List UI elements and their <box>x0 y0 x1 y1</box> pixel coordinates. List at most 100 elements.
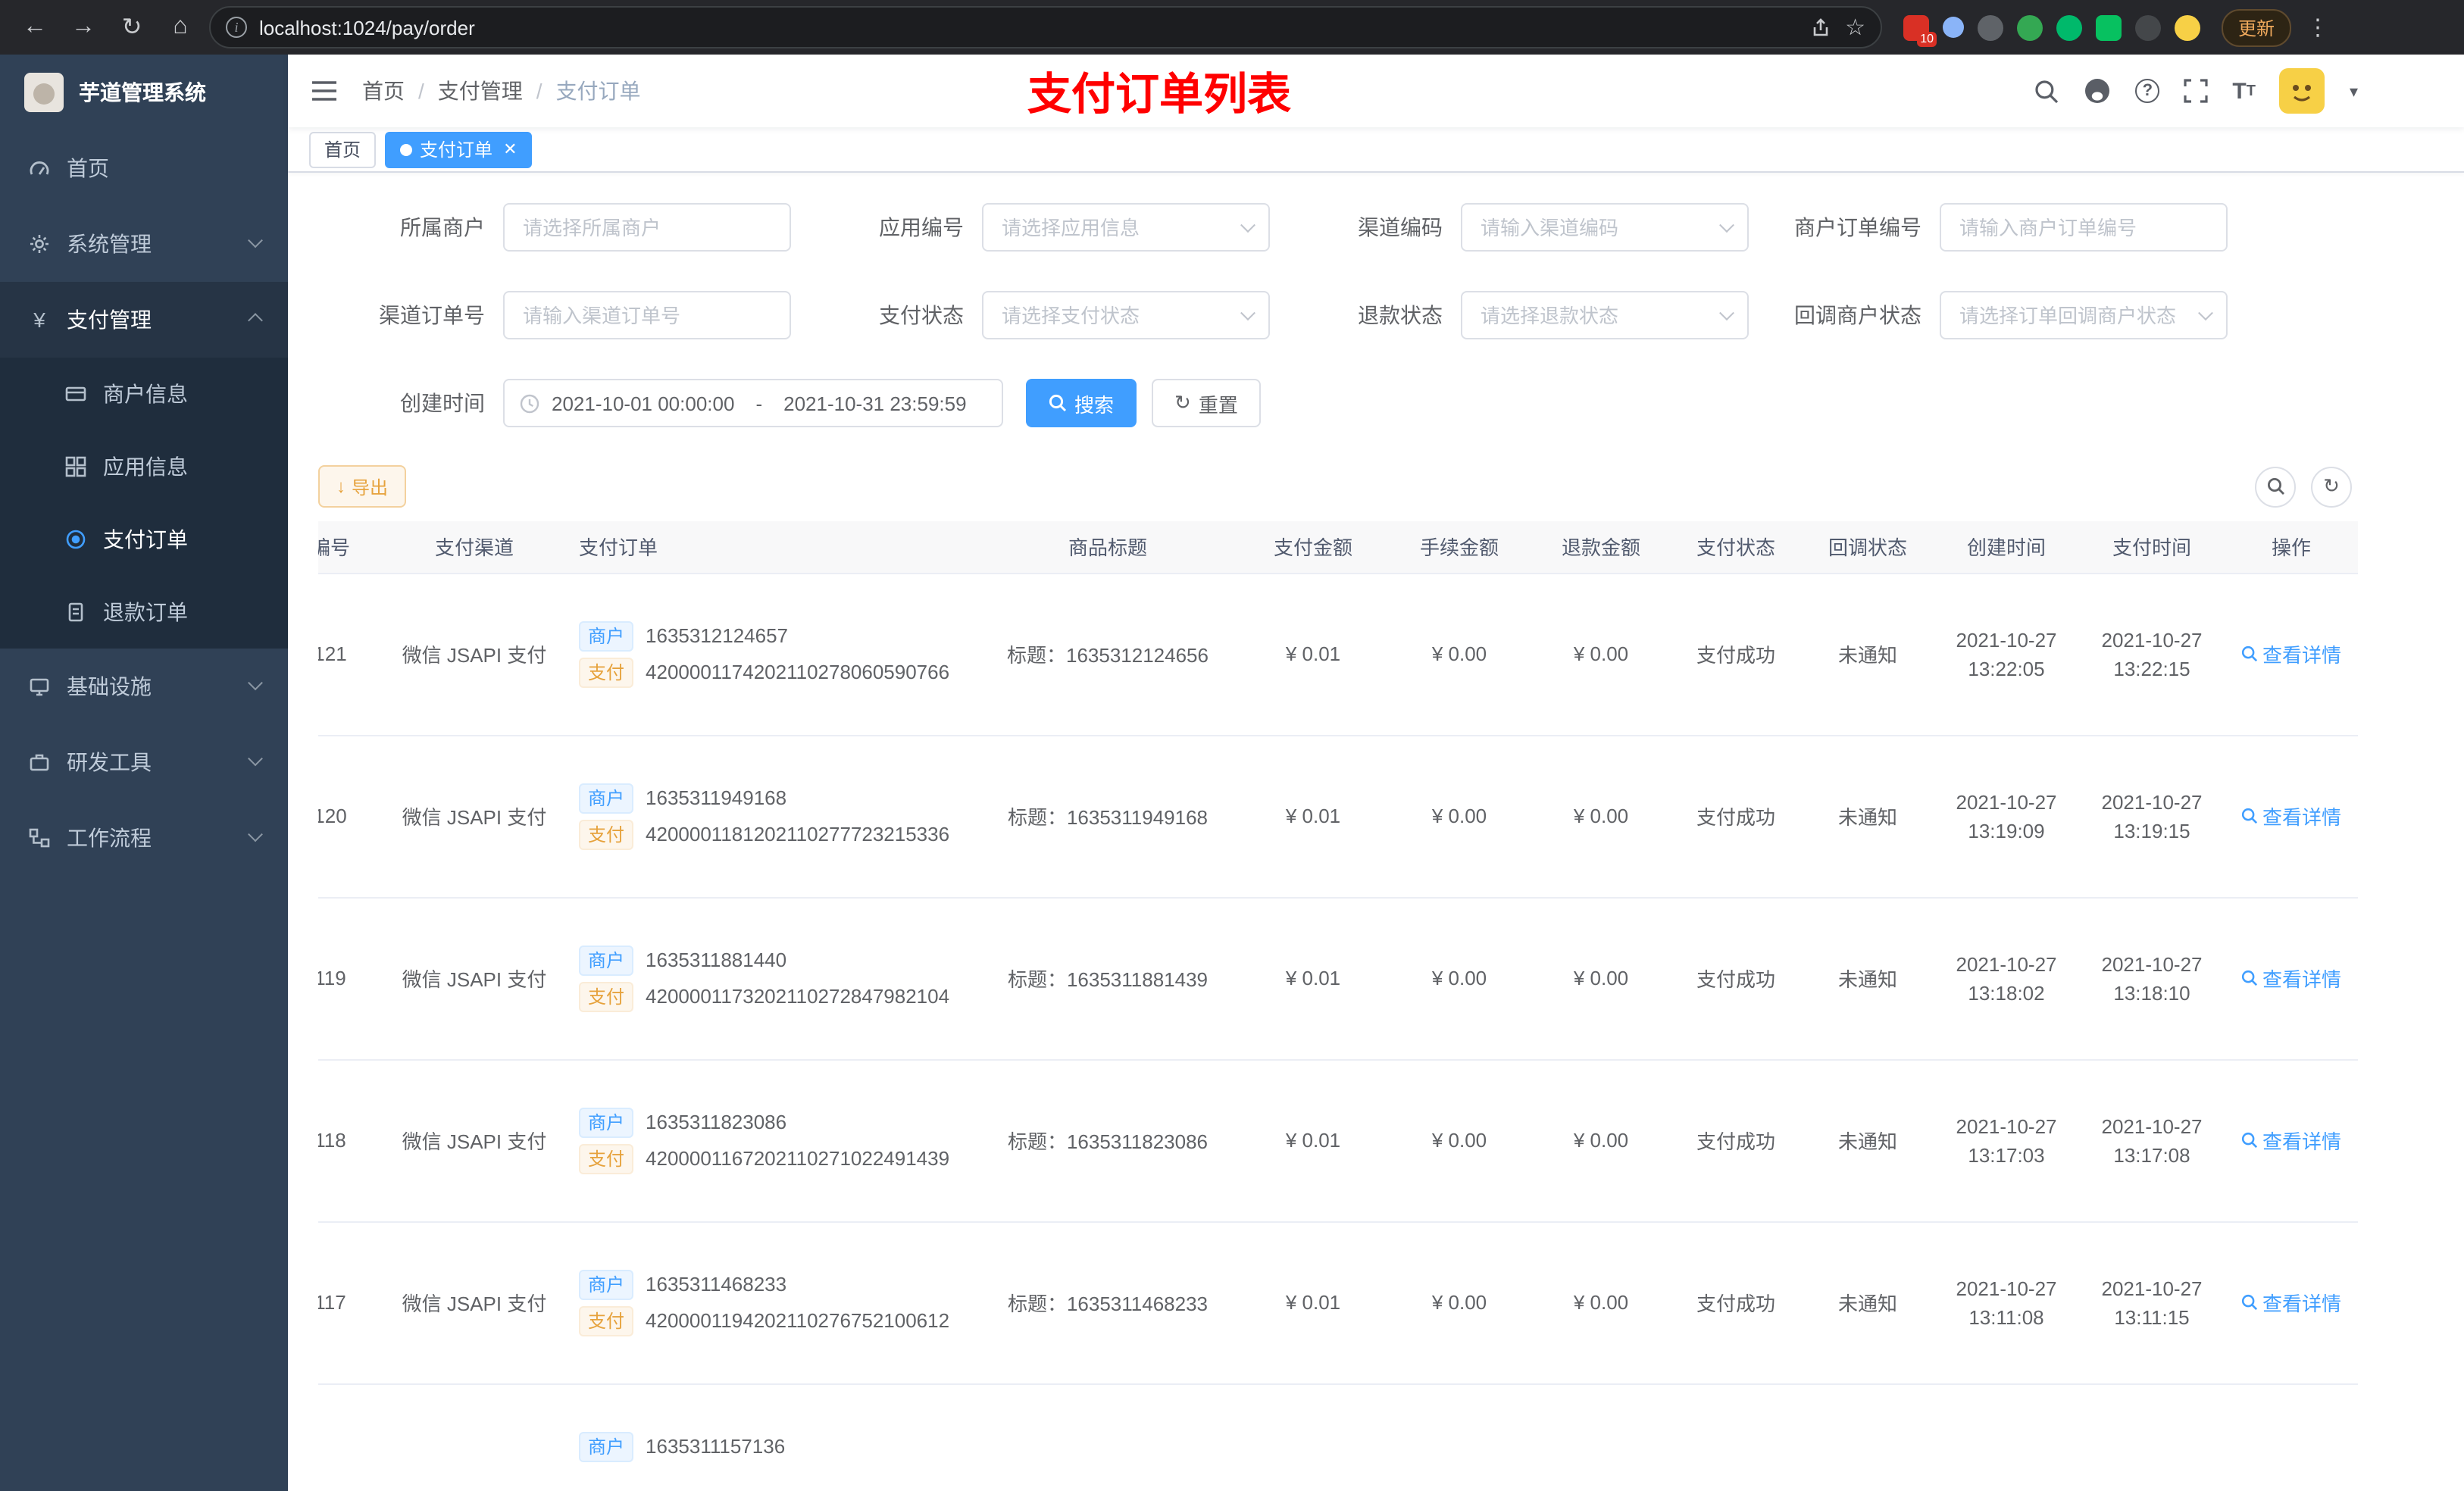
refund-status-select[interactable] <box>1461 291 1749 339</box>
filter-label-merchant: 所属商户 <box>400 215 485 239</box>
view-detail-link[interactable]: 查看详情 <box>2241 964 2341 992</box>
dashboard-icon <box>27 158 52 179</box>
bookmark-star-icon[interactable]: ☆ <box>1845 14 1865 41</box>
pay-date: 2021-10-27 <box>2101 952 2203 975</box>
browser-update-button[interactable]: 更新 <box>2222 8 2292 46</box>
notify-status-select[interactable] <box>1940 291 2228 339</box>
sidebar-item-infra[interactable]: 基础设施 <box>0 649 288 724</box>
fee-amount: ¥ 0.00 <box>1431 805 1487 827</box>
extension-gray-icon[interactable] <box>1978 14 2003 40</box>
extension-wechat-icon[interactable] <box>2096 14 2122 40</box>
goods-title: 1635311823086 <box>1066 1130 1209 1153</box>
breadcrumb: 首页 / 支付管理 / 支付订单 <box>362 76 641 106</box>
extension-green-icon[interactable] <box>2017 14 2043 40</box>
orders-table: 编号 支付渠道 支付订单 商品标题 支付金额 手续金额 退款金额 支付状态 回调… <box>318 521 2434 1491</box>
refresh-table-button[interactable]: ↻ <box>2311 466 2352 507</box>
tab-close-icon[interactable]: ✕ <box>503 139 517 159</box>
fee-amount: ¥ 0.00 <box>1431 967 1487 989</box>
app-logo-row: 芋道管理系统 <box>0 55 288 130</box>
view-detail-link[interactable]: 查看详情 <box>2241 802 2341 830</box>
extension-red-icon[interactable]: 10 <box>1903 14 1937 46</box>
browser-forward-icon[interactable]: → <box>64 8 103 47</box>
github-icon[interactable] <box>2084 77 2111 105</box>
sidebar-item-payment[interactable]: ¥ 支付管理 <box>0 282 288 358</box>
merchant-order-no-input[interactable] <box>1940 203 2228 252</box>
search-icon[interactable] <box>2034 78 2059 104</box>
document-icon <box>64 602 88 623</box>
create-time: 13:22:05 <box>1968 657 2045 680</box>
sidebar-item-pay-order[interactable]: 支付订单 <box>0 503 288 576</box>
table-header-row: 编号 支付渠道 支付订单 商品标题 支付金额 手续金额 退款金额 支付状态 回调… <box>318 521 2358 574</box>
create-date: 2021-10-27 <box>1956 628 2057 651</box>
sidebar-item-dev-tools[interactable]: 研发工具 <box>0 724 288 800</box>
hamburger-icon[interactable] <box>311 79 338 103</box>
table-row: 117 微信 JSAPI 支付 商户 1635311468233 支付 4200… <box>318 1221 2358 1384</box>
export-button[interactable]: ↓ 导出 <box>318 465 407 508</box>
tab-home[interactable]: 首页 <box>309 131 377 167</box>
avatar-caret-icon[interactable]: ▾ <box>2350 81 2358 101</box>
sidebar-item-refund-order[interactable]: 退款订单 <box>0 576 288 649</box>
breadcrumb-home[interactable]: 首页 <box>362 76 405 106</box>
profile-avatar-icon[interactable] <box>2175 14 2200 40</box>
sidebar-item-merchant-info[interactable]: 商户信息 <box>0 358 288 430</box>
filter-label-create-time: 创建时间 <box>400 391 485 415</box>
merchant-tag: 商户 <box>579 945 634 975</box>
toggle-search-button[interactable] <box>2255 466 2296 507</box>
goods-title: 1635311468233 <box>1066 1293 1209 1315</box>
col-create-time: 创建时间 <box>1934 521 2079 574</box>
browser-home-icon[interactable]: ⌂ <box>161 8 200 47</box>
grid-icon <box>64 456 88 477</box>
notify-status: 未通知 <box>1837 806 1897 829</box>
create-time-range-picker[interactable]: 2021-10-01 00:00:00 - 2021-10-31 23:59:5… <box>503 379 1003 427</box>
sidebar-item-app-info[interactable]: 应用信息 <box>0 430 288 503</box>
goods-title-prefix: 标题： <box>1007 1130 1067 1153</box>
download-icon: ↓ <box>336 476 346 497</box>
channel-order-no-input[interactable] <box>503 291 791 339</box>
font-size-icon[interactable]: TT <box>2232 78 2256 104</box>
share-icon[interactable] <box>1810 17 1830 37</box>
chevron-down-icon <box>248 750 263 766</box>
fullscreen-icon[interactable] <box>2184 79 2208 103</box>
pay-channel: 微信 JSAPI 支付 <box>402 1130 547 1153</box>
toolbox-icon <box>27 752 52 773</box>
pay-status: 支付成功 <box>1696 968 1775 991</box>
goods-title: 1635312124656 <box>1066 644 1209 667</box>
table-body: 121 微信 JSAPI 支付 商户 1635312124657 支付 4200… <box>318 573 2358 1491</box>
pay-status-select[interactable] <box>982 291 1270 339</box>
extensions-puzzle-icon[interactable] <box>2135 14 2161 40</box>
url-bar[interactable]: i localhost:1024/pay/order ☆ <box>209 6 1882 48</box>
create-date: 2021-10-27 <box>1956 790 2057 813</box>
user-avatar[interactable] <box>2279 68 2325 114</box>
sidebar-item-home[interactable]: 首页 <box>0 130 288 206</box>
extension-blue-icon[interactable] <box>1943 17 1964 38</box>
browser-toolbar: ← → ↻ ⌂ i localhost:1024/pay/order ☆ 10 … <box>0 0 2464 55</box>
merchant-select[interactable] <box>503 203 791 252</box>
tab-pay-order[interactable]: 支付订单 ✕ <box>385 131 533 167</box>
view-detail-link[interactable]: 查看详情 <box>2241 639 2341 668</box>
pay-status: 支付成功 <box>1696 644 1775 667</box>
app-no-select[interactable] <box>982 203 1270 252</box>
browser-back-icon[interactable]: ← <box>15 8 55 47</box>
browser-reload-icon[interactable]: ↻ <box>112 8 152 47</box>
channel-code-select[interactable] <box>1461 203 1749 252</box>
col-pay-order: 支付订单 <box>561 521 976 574</box>
reset-button[interactable]: ↻ 重置 <box>1152 379 1261 427</box>
monitor-icon <box>27 676 52 697</box>
payment-submenu: 商户信息 应用信息 支付订单 退款订单 <box>0 358 288 649</box>
breadcrumb-pay-mgmt[interactable]: 支付管理 <box>438 76 523 106</box>
merchant-tag: 商户 <box>579 1107 634 1137</box>
view-detail-link[interactable]: 查看详情 <box>2241 1288 2341 1317</box>
help-icon[interactable]: ? <box>2135 79 2160 103</box>
view-detail-link[interactable]: 查看详情 <box>2241 1126 2341 1155</box>
site-info-icon[interactable]: i <box>226 17 247 38</box>
browser-menu-icon[interactable]: ⋮ <box>2306 14 2329 41</box>
sidebar-item-workflow[interactable]: 工作流程 <box>0 800 288 876</box>
chevron-down-icon <box>248 232 263 248</box>
extension-teal-icon[interactable] <box>2056 14 2082 40</box>
refund-amount: ¥ 0.00 <box>1573 805 1629 827</box>
sidebar-item-system[interactable]: 系统管理 <box>0 206 288 282</box>
channel-transaction-no: 4200001181202110277723215336 <box>646 823 950 846</box>
search-button[interactable]: 搜索 <box>1026 379 1137 427</box>
pay-channel: 微信 JSAPI 支付 <box>402 806 547 829</box>
notify-status: 未通知 <box>1837 968 1897 991</box>
